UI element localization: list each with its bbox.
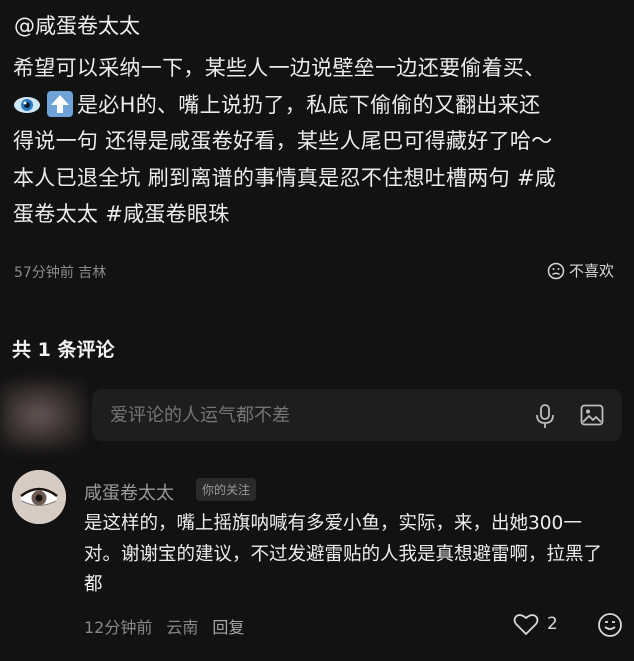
post-line: 本人已退全坑 刷到离谱的事情真是忍不住想吐槽两句 #咸 — [13, 160, 621, 197]
post-body: 希望可以采纳一下，某些人一边说壁垒一边还要偷着买、 是必H的、嘴上说扔了，私底下… — [13, 50, 621, 233]
post-line-1: 希望可以采纳一下，某些人一边说壁垒一边还要偷着买、 — [13, 56, 546, 80]
post-line-3: 得说一句 还得是咸蛋卷好看，某些人尾巴可得藏好了哈～ — [13, 129, 553, 153]
comment-input[interactable] — [108, 389, 512, 443]
post-author[interactable]: @咸蛋卷太太 — [14, 10, 140, 40]
comment-meta: 12分钟前 云南 回复 — [84, 614, 244, 638]
hashtag-link[interactable]: 蛋卷太太 — [13, 202, 98, 226]
comment-location: 云南 — [166, 618, 199, 637]
post-location: 吉林 — [78, 265, 107, 281]
dislike-button[interactable]: 不喜欢 — [547, 260, 614, 281]
eye-icon — [14, 96, 40, 113]
follow-badge: 你的关注 — [196, 478, 257, 501]
post-meta: 57分钟前 吉林 — [14, 262, 106, 282]
user-avatar — [0, 380, 86, 450]
like-button[interactable]: 2 — [513, 612, 558, 636]
post-line: 得说一句 还得是咸蛋卷好看，某些人尾巴可得藏好了哈～ — [13, 123, 621, 160]
comment-bar — [92, 389, 622, 443]
post-line: 蛋卷太太 #咸蛋卷眼珠 — [13, 196, 621, 233]
up-arrow-icon — [47, 90, 73, 117]
post-line-2: 是必H的、嘴上说扔了，私底下偷偷的又翻出来还 — [77, 92, 541, 117]
heart-icon — [513, 614, 539, 635]
emoji-reaction-icon[interactable] — [597, 612, 623, 638]
commenter-avatar[interactable] — [12, 470, 66, 524]
post-line-4: 本人已退全坑 刷到离谱的事情真是忍不住想吐槽两句 — [13, 165, 510, 190]
dislike-label: 不喜欢 — [568, 262, 614, 280]
post-line: 希望可以采纳一下，某些人一边说壁垒一边还要偷着买、 — [13, 50, 621, 87]
microphone-icon[interactable] — [534, 403, 556, 429]
reply-button[interactable]: 回复 — [212, 614, 244, 638]
like-count: 2 — [547, 614, 558, 634]
comment-count: 共 1 条评论 — [12, 339, 115, 361]
comment-time: 12分钟前 — [84, 618, 153, 637]
post-line: 是必H的、嘴上说扔了，私底下偷偷的又翻出来还 — [13, 87, 621, 124]
comment-text: 是这样的，嘴上摇旗呐喊有多爱小鱼，实际，来，出她300一对。谢谢宝的建议，不过发… — [84, 513, 603, 595]
post-time: 57分钟前 — [14, 265, 74, 281]
frown-icon — [547, 262, 565, 279]
image-icon[interactable] — [580, 404, 604, 426]
commenter-name[interactable]: 咸蛋卷太太 — [84, 479, 174, 505]
hashtag-link[interactable]: #咸 — [517, 166, 556, 190]
hashtag-link[interactable]: #咸蛋卷眼珠 — [105, 202, 229, 226]
